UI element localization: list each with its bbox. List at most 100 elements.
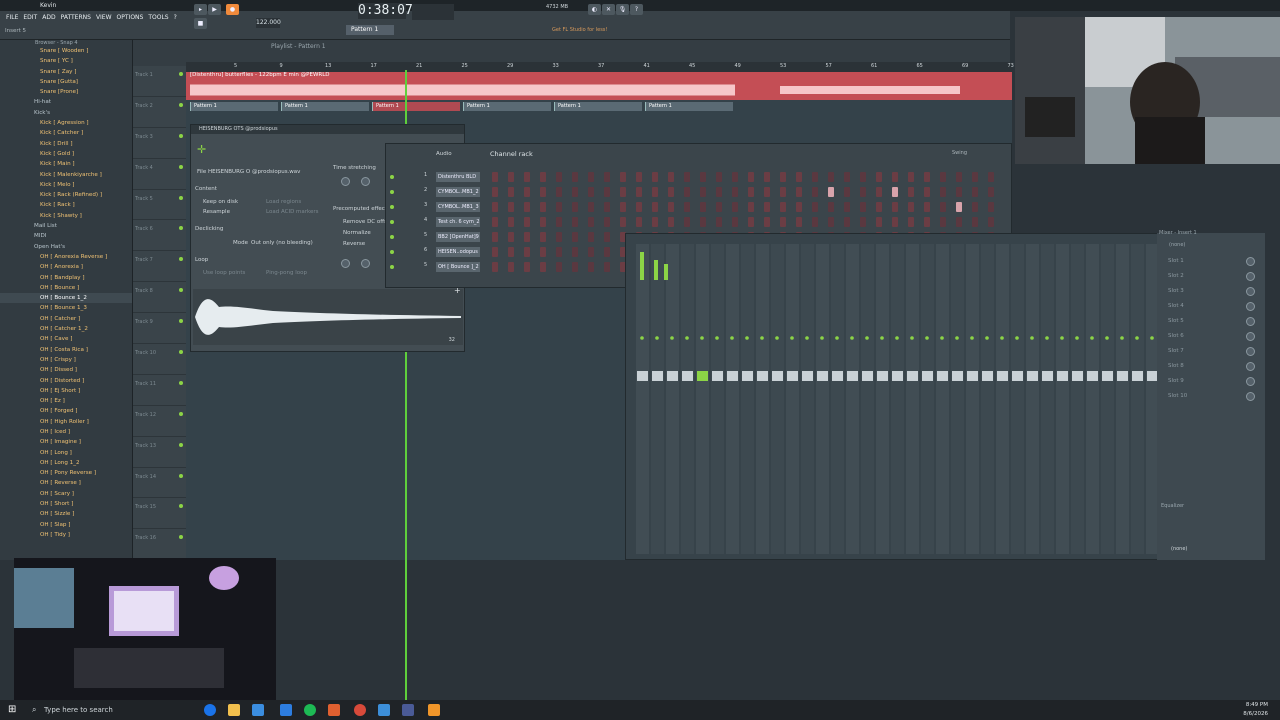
track-enable-led[interactable] xyxy=(1105,336,1109,340)
track-enable-led[interactable] xyxy=(640,336,644,340)
step-button[interactable] xyxy=(876,187,882,197)
browser-file[interactable]: Kick [ Malenkiyarche ] xyxy=(0,170,132,180)
mixer-track[interactable] xyxy=(651,244,664,554)
step-button[interactable] xyxy=(492,247,498,257)
channel-mute-led[interactable] xyxy=(390,265,394,269)
browser-file[interactable]: OH [ Pony Reverse ] xyxy=(0,468,132,478)
step-button[interactable] xyxy=(668,217,674,227)
step-button[interactable] xyxy=(812,187,818,197)
mul-knob[interactable] xyxy=(361,259,370,268)
step-button[interactable] xyxy=(748,217,754,227)
step-button[interactable] xyxy=(956,172,962,182)
add-channel-button[interactable]: + xyxy=(454,286,461,295)
track-enable-led[interactable] xyxy=(880,336,884,340)
volume-fader[interactable] xyxy=(802,371,813,381)
slot-mix-knob[interactable] xyxy=(1246,302,1255,311)
volume-fader[interactable] xyxy=(967,371,978,381)
track-enable-led[interactable] xyxy=(835,336,839,340)
track-enable-led[interactable] xyxy=(940,336,944,340)
sample-waveform[interactable]: 32 xyxy=(193,289,463,345)
step-button[interactable] xyxy=(540,262,546,272)
track-header[interactable]: Track 1 xyxy=(133,66,186,97)
step-button[interactable] xyxy=(972,187,978,197)
file-explorer-icon[interactable] xyxy=(228,704,240,716)
step-button[interactable] xyxy=(764,172,770,182)
mixer-slot[interactable]: Slot 8 xyxy=(1168,363,1184,369)
step-button[interactable] xyxy=(572,187,578,197)
track-enable-led[interactable] xyxy=(970,336,974,340)
mixer-slot[interactable]: Slot 4 xyxy=(1168,303,1184,309)
step-button[interactable] xyxy=(716,187,722,197)
mixer-track[interactable] xyxy=(1116,244,1129,554)
track-enable-led[interactable] xyxy=(655,336,659,340)
browser-file[interactable]: Snare [ Wooden ] xyxy=(0,46,132,56)
slot-mix-knob[interactable] xyxy=(1246,287,1255,296)
step-button[interactable] xyxy=(700,172,706,182)
volume-fader[interactable] xyxy=(667,371,678,381)
load-regions-option[interactable]: Load regions xyxy=(266,199,301,205)
track-enable-led[interactable] xyxy=(1135,336,1139,340)
step-button[interactable] xyxy=(748,172,754,182)
mixer-track[interactable] xyxy=(771,244,784,554)
step-button[interactable] xyxy=(940,172,946,182)
mixer-slot[interactable]: Slot 9 xyxy=(1168,378,1184,384)
track-mute-led[interactable] xyxy=(179,195,183,200)
track-mute-led[interactable] xyxy=(179,411,183,416)
volume-fader[interactable] xyxy=(982,371,993,381)
track-mute-led[interactable] xyxy=(179,133,183,138)
mixer-track[interactable] xyxy=(951,244,964,554)
step-button[interactable] xyxy=(492,217,498,227)
mixer-track[interactable] xyxy=(636,244,649,554)
mixer-track[interactable] xyxy=(996,244,1009,554)
browser-file[interactable]: OH [ Catcher 1_2 xyxy=(0,324,132,334)
pattern-clip[interactable]: Pattern 1 xyxy=(281,102,369,111)
stretch-knob[interactable] xyxy=(341,259,350,268)
volume-fader[interactable] xyxy=(922,371,933,381)
track-enable-led[interactable] xyxy=(865,336,869,340)
browser-file[interactable]: OH [ Anorexia ] xyxy=(0,262,132,272)
step-button[interactable] xyxy=(556,232,562,242)
step-button[interactable] xyxy=(876,217,882,227)
track-header[interactable]: Track 8 xyxy=(133,282,186,314)
microphone-icon[interactable]: 🎙 xyxy=(616,4,629,15)
mixer-track[interactable] xyxy=(906,244,919,554)
volume-fader[interactable] xyxy=(1087,371,1098,381)
step-button[interactable] xyxy=(620,187,626,197)
resample-option[interactable]: Resample xyxy=(203,209,230,215)
step-button[interactable] xyxy=(716,172,722,182)
step-button[interactable] xyxy=(764,217,770,227)
step-button[interactable] xyxy=(588,172,594,182)
mixer-track[interactable] xyxy=(711,244,724,554)
channel-mute-led[interactable] xyxy=(390,175,394,179)
channel-name-button[interactable]: OH [ Bounce ]_2 xyxy=(436,262,480,272)
channel-mixer-track[interactable]: 2 xyxy=(424,187,427,193)
step-button[interactable] xyxy=(588,217,594,227)
pattern-clip[interactable]: Pattern 1 xyxy=(463,102,551,111)
browser-file[interactable]: Kick [ Rack ] xyxy=(0,200,132,210)
step-button[interactable] xyxy=(780,202,786,212)
step-button[interactable] xyxy=(828,217,834,227)
mixer-strips[interactable] xyxy=(626,234,1159,561)
track-header[interactable]: Track 4 xyxy=(133,159,186,190)
track-mute-led[interactable] xyxy=(179,164,183,169)
step-button[interactable] xyxy=(732,172,738,182)
track-enable-led[interactable] xyxy=(700,336,704,340)
browser-file[interactable]: OH [ Tidy ] xyxy=(0,530,132,540)
step-button[interactable] xyxy=(844,187,850,197)
step-button[interactable] xyxy=(860,217,866,227)
step-button[interactable] xyxy=(780,187,786,197)
browser-folder[interactable]: Mail List xyxy=(0,221,132,231)
channel-name-button[interactable]: CYMBOL..MB1_2 xyxy=(436,187,480,197)
channel-mixer-track[interactable]: 4 xyxy=(424,217,427,223)
volume-fader[interactable] xyxy=(637,371,648,381)
spotify-icon[interactable] xyxy=(304,704,316,716)
window-app-icon[interactable] xyxy=(402,704,414,716)
normalize-option[interactable]: Normalize xyxy=(343,230,371,236)
step-button[interactable] xyxy=(636,202,642,212)
step-button[interactable] xyxy=(924,202,930,212)
step-button[interactable] xyxy=(652,187,658,197)
channel-filter[interactable]: Audio xyxy=(436,151,452,157)
vscode-icon[interactable] xyxy=(378,704,390,716)
mixer-slot[interactable]: Slot 6 xyxy=(1168,333,1184,339)
play-icon[interactable]: ▶ xyxy=(208,4,221,15)
